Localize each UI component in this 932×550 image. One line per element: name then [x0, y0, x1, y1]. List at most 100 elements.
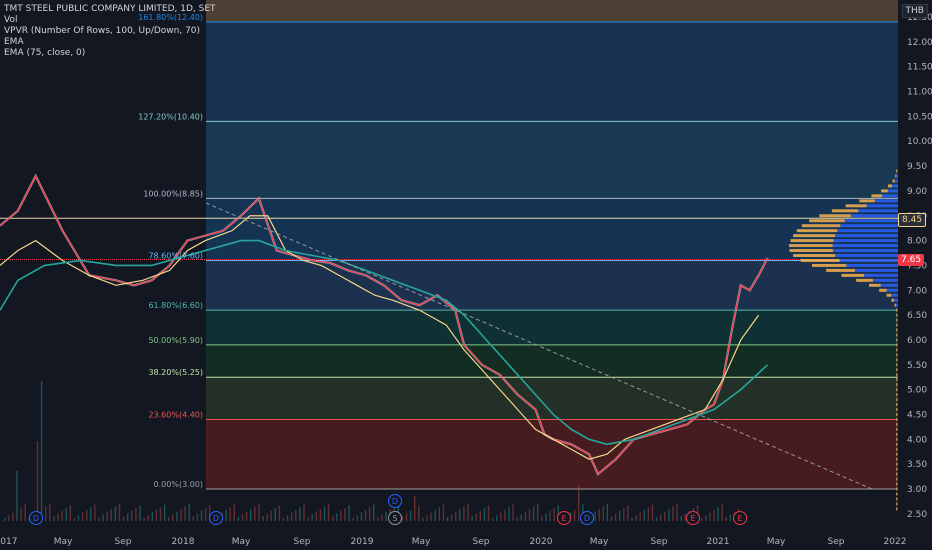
volume-bar [233, 504, 235, 521]
volume-bar [53, 516, 55, 521]
fib-label: 61.80%(6.60) [148, 301, 203, 310]
vpvr-up-bar [896, 477, 898, 481]
vpvr-down-bar [881, 189, 888, 193]
volume-bar [643, 509, 645, 521]
volume-bar [594, 511, 596, 521]
vpvr-up-bar [896, 403, 898, 407]
vpvr-down-bar [896, 328, 897, 332]
volume-bar [651, 504, 654, 521]
volume-bar [496, 515, 498, 521]
fib-label: 23.60%(4.40) [148, 410, 203, 419]
price-tick-label: 10.50 [907, 112, 932, 122]
chart-legend: TMT STEEL PUBLIC COMPANY LIMITED, 1D, SE… [4, 4, 216, 59]
vpvr-up-bar [882, 194, 898, 198]
volume-bar [86, 509, 88, 521]
vpvr-up-bar [837, 229, 898, 233]
volume-bar [176, 511, 178, 521]
price-tick-label: 9.50 [907, 162, 927, 172]
price-tick-label: 6.50 [907, 311, 927, 321]
volume-bar [135, 508, 137, 521]
vpvr-up-bar [894, 179, 898, 183]
volume-bar [442, 504, 445, 521]
volume-bar [323, 506, 326, 521]
vpvr-down-bar [896, 427, 897, 431]
volume-bar [122, 516, 125, 521]
event-marker-label: D [33, 514, 39, 523]
vpvr-up-bar [896, 497, 898, 501]
volume-bar [676, 503, 678, 521]
volume-bar [258, 503, 260, 521]
time-tick-label: 2022 [884, 537, 907, 547]
volume-bar [159, 507, 162, 521]
vpvr-down-bar [896, 363, 897, 367]
volume-bar [4, 518, 6, 521]
volume-bar [516, 517, 518, 521]
vpvr-up-bar [894, 298, 898, 302]
volume-bar [537, 503, 539, 521]
vpvr-down-bar [871, 194, 883, 198]
vpvr-down-bar [896, 333, 897, 337]
vpvr-up-bar [896, 432, 898, 436]
legend-ema-75[interactable]: EMA (75, close, 0) [4, 48, 216, 59]
legend-volume[interactable]: Vol [4, 15, 216, 26]
time-tick-label: May [232, 537, 251, 547]
vpvr-up-bar [854, 268, 898, 272]
volume-bar [94, 504, 96, 521]
volume-bar [118, 503, 121, 521]
volume-bar [701, 518, 703, 521]
legend-vpvr[interactable]: VPVR (Number Of Rows, 100, Up/Down, 70) [4, 26, 216, 37]
volume-bar [311, 514, 313, 521]
volume-bar [717, 507, 719, 521]
volume-bar [434, 509, 436, 521]
volume-bar [467, 503, 469, 521]
price-chart[interactable]: 161.80%(12.40)127.20%(10.40)100.00%(8.85… [0, 0, 932, 550]
volume-bar [578, 486, 580, 521]
volume-bar [405, 513, 408, 521]
vpvr-down-bar [896, 497, 897, 501]
time-tick-label: Sep [294, 537, 311, 547]
vpvr-down-bar [789, 244, 833, 248]
volume-bar [532, 506, 535, 521]
volume-bar [332, 516, 334, 521]
volume-bar [508, 507, 510, 521]
vpvr-up-bar [880, 283, 898, 287]
volume-bar [409, 510, 412, 521]
time-tick-label: May [54, 537, 73, 547]
time-axis[interactable]: 2017 May Sep 2018 May Sep 2019 May Sep 2020 May Sep… [0, 530, 932, 550]
volume-bar [49, 503, 51, 521]
volume-bar [168, 517, 170, 521]
vpvr-up-bar [833, 239, 898, 243]
vpvr-down-bar [896, 383, 897, 387]
legend-ema[interactable]: EMA [4, 37, 216, 48]
fib-zone [206, 344, 898, 378]
vpvr-up-bar [896, 467, 898, 471]
volume-bar [545, 513, 547, 521]
vpvr-up-bar [896, 427, 898, 431]
fib-zone [206, 260, 898, 311]
price-axis[interactable]: 2.50 3.00 3.50 4.00 4.50 5.00 5.50 6.00 6.50 7.00… [898, 0, 932, 550]
vpvr-down-bar [896, 412, 897, 416]
volume-bar [610, 516, 613, 521]
volume-bar [282, 518, 285, 521]
volume-bar [377, 517, 379, 521]
vpvr-up-bar [896, 408, 898, 412]
volume-bar [225, 509, 227, 521]
fib-zone-above [206, 0, 898, 22]
fib-zone [206, 121, 898, 199]
volume-bar [143, 518, 145, 521]
volume-bar [655, 517, 658, 521]
vpvr-up-bar [864, 273, 898, 277]
price-tick-label: 11.50 [907, 63, 932, 73]
volume-bar [684, 513, 686, 521]
volume-bar [200, 510, 203, 521]
volume-bar [16, 471, 18, 521]
vpvr-down-bar [793, 254, 836, 257]
volume-bar [286, 515, 289, 521]
event-marker-label: E [737, 514, 742, 523]
vpvr-up-bar [896, 452, 898, 456]
volume-bar [266, 513, 268, 521]
volume-bar [151, 512, 153, 521]
vpvr-up-bar [896, 318, 898, 322]
vpvr-down-bar [896, 442, 897, 446]
vpvr-down-bar [896, 452, 897, 456]
